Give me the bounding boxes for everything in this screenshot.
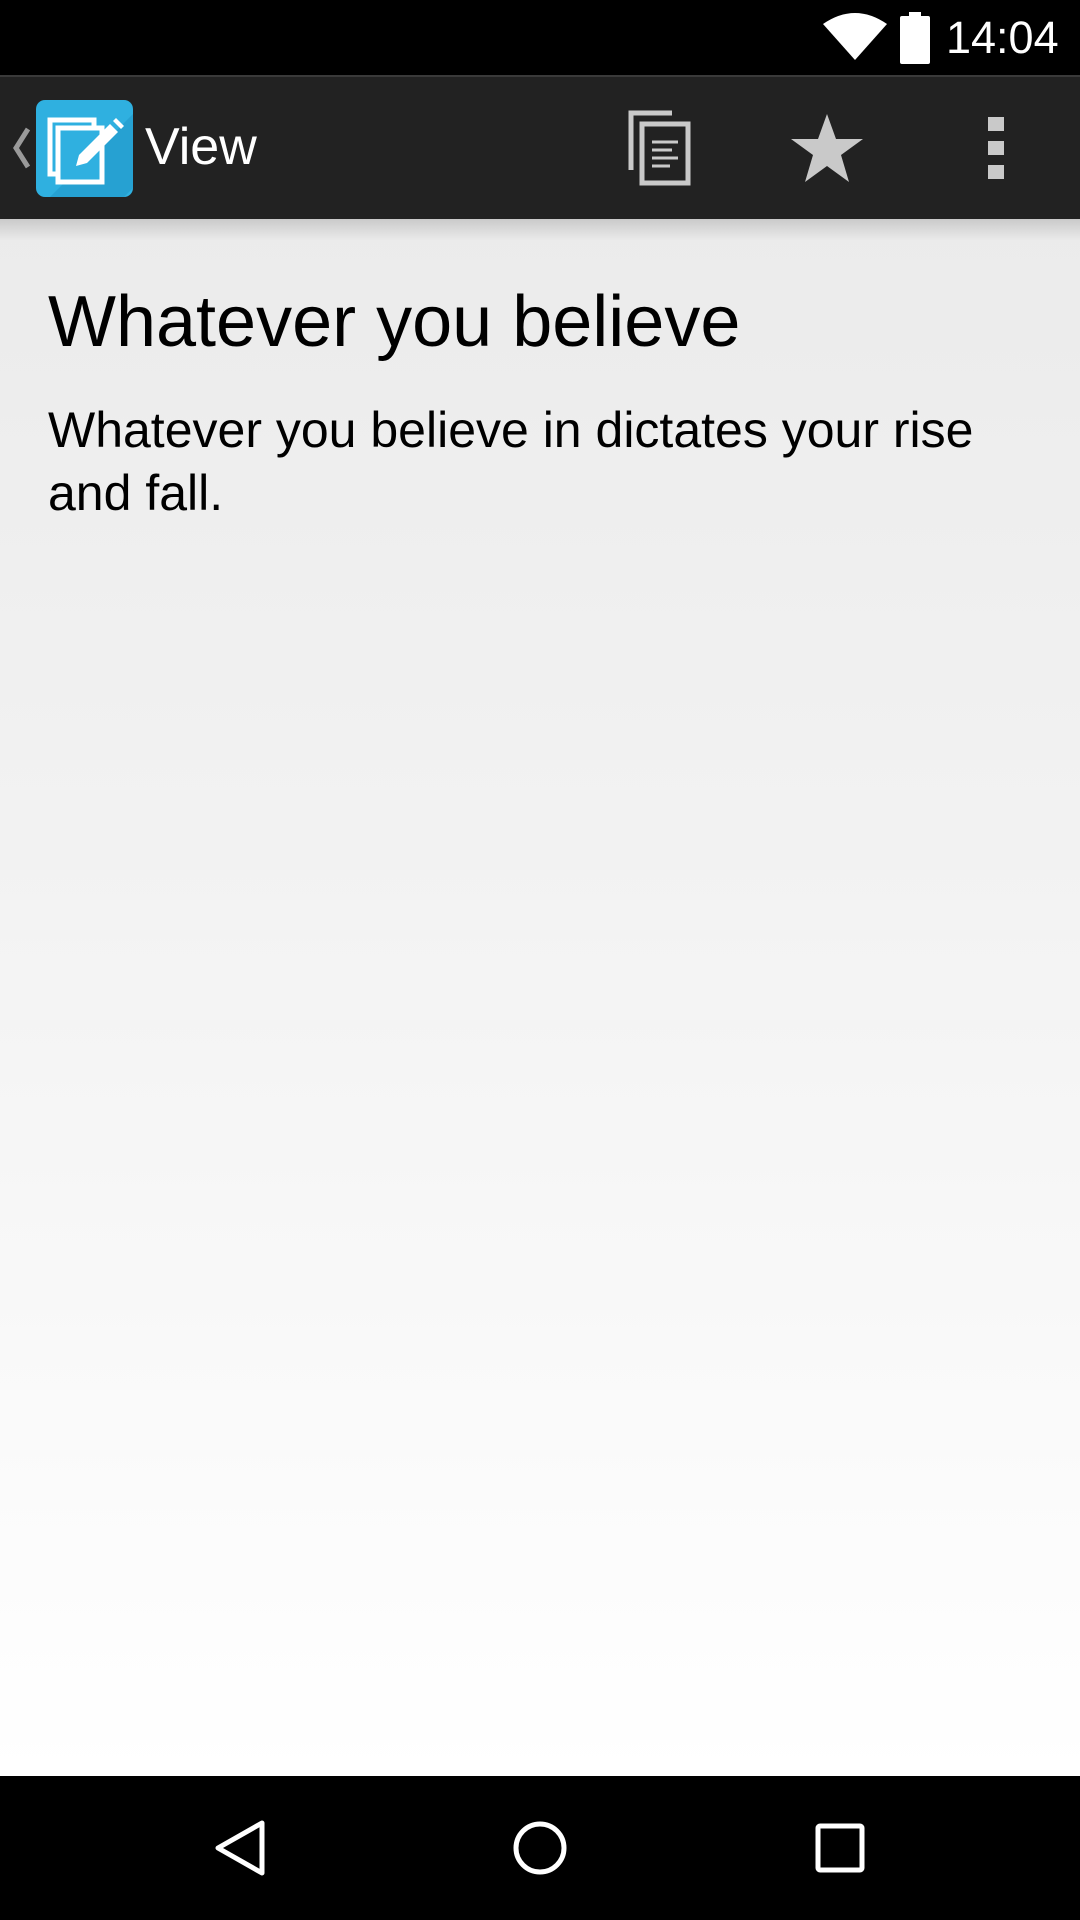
note-title: Whatever you believe [48, 282, 741, 362]
back-button[interactable] [170, 1798, 310, 1898]
favorite-button[interactable] [757, 77, 897, 219]
status-bar: 14:04 [0, 0, 1080, 75]
note-view: Whatever you believe Whatever you believ… [0, 219, 1080, 1776]
screen-title: View [145, 118, 257, 176]
home-button[interactable] [470, 1798, 610, 1898]
chevron-left-icon[interactable] [8, 123, 34, 173]
star-icon [791, 114, 863, 182]
overflow-menu-button[interactable] [928, 77, 1064, 219]
copy-document-icon [628, 110, 691, 186]
battery-icon [900, 12, 930, 64]
status-clock: 14:04 [946, 12, 1059, 63]
home-icon [513, 1821, 567, 1875]
action-bar: View [0, 75, 1080, 219]
edit-note-icon[interactable] [36, 100, 133, 197]
recents-icon [815, 1823, 865, 1873]
copy-button[interactable] [590, 77, 730, 219]
navigation-bar [0, 1776, 1080, 1920]
overflow-menu-icon [988, 117, 1004, 179]
back-icon [215, 1820, 265, 1876]
recents-button[interactable] [770, 1798, 910, 1898]
wifi-icon [823, 13, 887, 60]
note-body: Whatever you believe in dictates your ri… [48, 402, 974, 521]
